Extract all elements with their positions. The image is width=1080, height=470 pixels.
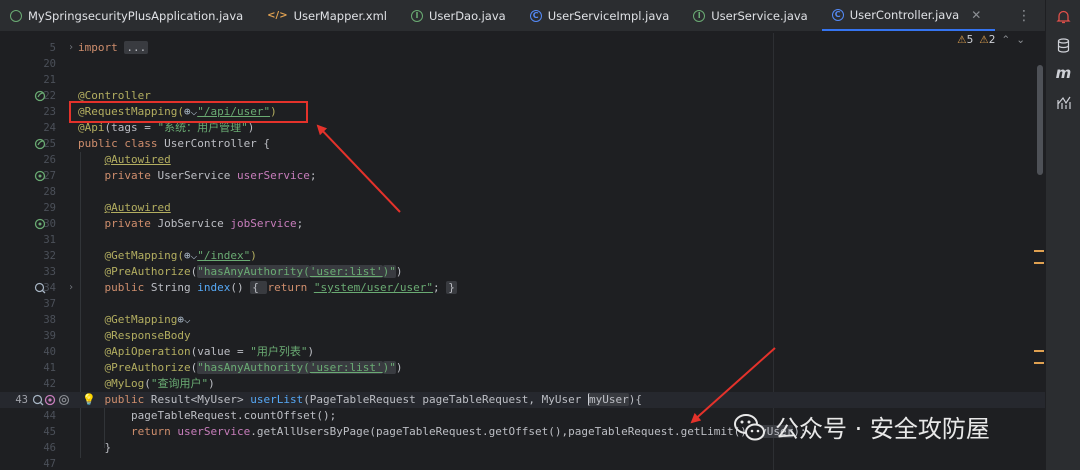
red-arrow-to-request-mapping [316,124,401,213]
wechat-icon [734,413,765,440]
watermark: 公众号 · 安全攻防屋 [733,409,990,444]
watermark-text: 公众号 · 安全攻防屋 [775,415,990,443]
annotation-arrows [316,124,776,424]
